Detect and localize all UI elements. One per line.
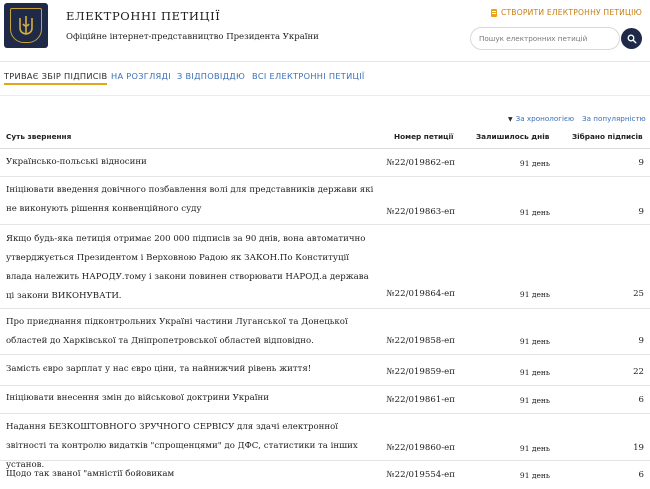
- petition-number: №22/019858-еп: [386, 336, 456, 346]
- days-left: 91 день: [519, 208, 550, 217]
- tabs-divider: [0, 95, 650, 96]
- column-header-number: Номер петиції: [394, 132, 454, 141]
- petition-subject[interactable]: Про приєднання підконтрольних Україні ча…: [6, 313, 376, 351]
- trident-emblem-icon[interactable]: [4, 3, 48, 48]
- sort-chronology-label: За хронологією: [515, 114, 574, 123]
- tab-under-review[interactable]: НА РОЗГЛЯДІ: [111, 71, 171, 81]
- site-header: ЕЛЕКТРОННІ ПЕТИЦІЇ Офіційне інтернет-пре…: [0, 0, 650, 62]
- signatures-count: 19: [633, 443, 644, 453]
- petition-subject[interactable]: Ініціювати введення довічного позбавленн…: [6, 181, 376, 219]
- petition-number: №22/019859-еп: [386, 367, 456, 377]
- petition-subject[interactable]: Щодо так званої "амністії бойовикам: [6, 465, 376, 484]
- petition-subject[interactable]: Українсько-польські відносини: [6, 153, 376, 172]
- signatures-count: 9: [638, 158, 644, 168]
- site-subtitle: Офіційне інтернет-представництво Президе…: [66, 32, 319, 42]
- days-left: 91 день: [519, 337, 550, 346]
- days-left: 91 день: [519, 396, 550, 405]
- search-icon: [627, 34, 637, 44]
- sort-by-popularity[interactable]: За популярністю: [582, 114, 646, 123]
- table-row[interactable]: Ініціювати внесення змін до військової д…: [0, 386, 650, 414]
- search-input[interactable]: [470, 27, 620, 50]
- table-row[interactable]: Щодо так званої "амністії бойовикам №22/…: [0, 461, 650, 489]
- signatures-count: 9: [638, 336, 644, 346]
- petition-subject[interactable]: Якщо будь-яка петиція отримає 200 000 пі…: [6, 230, 376, 306]
- signatures-count: 22: [633, 367, 644, 377]
- table-row[interactable]: Замість євро зарплат у нас євро ціни, та…: [0, 355, 650, 386]
- column-header-days-left: Залишилось днів: [476, 132, 550, 141]
- create-petition-label: СТВОРИТИ ЕЛЕКТРОННУ ПЕТИЦІЮ: [500, 8, 642, 17]
- days-left: 91 день: [519, 444, 550, 453]
- signatures-count: 25: [633, 289, 644, 299]
- chevron-down-icon: ▼: [508, 116, 513, 123]
- tab-answered[interactable]: З ВІДПОВІДДЮ: [177, 71, 245, 81]
- signatures-count: 6: [638, 395, 644, 405]
- column-header-subject: Суть звернення: [6, 132, 72, 141]
- table-row[interactable]: Надання БЕЗКОШТОВНОГО ЗРУЧНОГО СЕРВІСУ д…: [0, 414, 650, 470]
- signatures-count: 9: [638, 207, 644, 217]
- days-left: 91 день: [519, 368, 550, 377]
- petition-number: №22/019863-еп: [386, 207, 456, 217]
- sort-by-chronology[interactable]: ▼ За хронологією: [508, 114, 574, 123]
- petition-subject[interactable]: Замість євро зарплат у нас євро ціни, та…: [6, 360, 376, 379]
- table-row[interactable]: Якщо будь-яка петиція отримає 200 000 пі…: [0, 225, 650, 309]
- table-row[interactable]: Ініціювати введення довічного позбавленн…: [0, 177, 650, 225]
- document-icon: [490, 8, 497, 17]
- petition-number: №22/019861-еп: [386, 395, 456, 405]
- create-petition-link[interactable]: СТВОРИТИ ЕЛЕКТРОННУ ПЕТИЦІЮ: [490, 8, 642, 17]
- signatures-count: 6: [638, 470, 644, 480]
- petition-number: №22/019554-еп: [386, 470, 456, 480]
- search-button[interactable]: [621, 28, 642, 49]
- table-row[interactable]: Українсько-польські відносини №22/019862…: [0, 149, 650, 177]
- days-left: 91 день: [519, 471, 550, 480]
- tab-collecting-signatures[interactable]: ТРИВАЄ ЗБІР ПІДПИСІВ: [4, 71, 108, 85]
- petition-subject[interactable]: Ініціювати внесення змін до військової д…: [6, 389, 376, 408]
- petition-number: №22/019862-еп: [386, 158, 456, 168]
- site-title[interactable]: ЕЛЕКТРОННІ ПЕТИЦІЇ: [66, 9, 220, 23]
- petition-number: №22/019864-еп: [386, 289, 456, 299]
- petition-number: №22/019860-еп: [386, 443, 456, 453]
- column-header-signatures: Зібрано підписів: [572, 132, 643, 141]
- table-row[interactable]: Про приєднання підконтрольних Україні ча…: [0, 309, 650, 355]
- days-left: 91 день: [519, 290, 550, 299]
- days-left: 91 день: [519, 159, 550, 168]
- tab-all-petitions[interactable]: ВСІ ЕЛЕКТРОННІ ПЕТИЦІЇ: [252, 71, 365, 81]
